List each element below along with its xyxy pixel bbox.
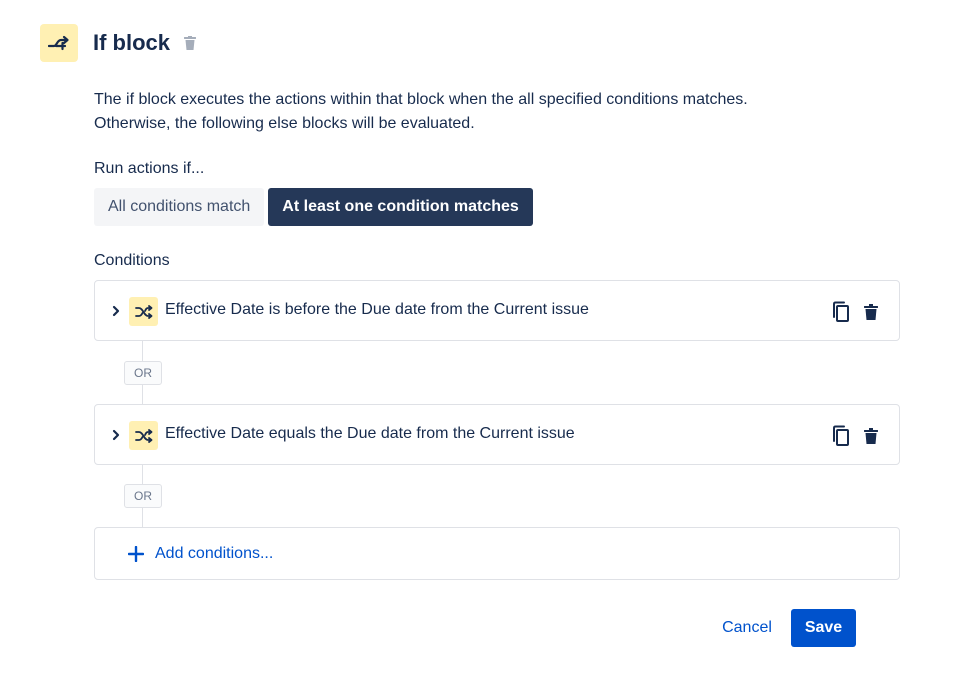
chevron-right-icon[interactable] [110, 427, 122, 443]
description-line-1: The if block executes the actions within… [94, 91, 748, 108]
or-separator: OR [124, 484, 162, 508]
trash-icon[interactable] [863, 426, 879, 446]
branch-icon [40, 24, 78, 62]
block-header: If block [40, 24, 197, 62]
page-title: If block [93, 30, 171, 55]
trash-icon[interactable] [863, 302, 879, 322]
condition-text: Effective Date equals the Due date from … [165, 425, 575, 442]
save-button[interactable]: Save [791, 609, 856, 647]
at-least-one-condition-button[interactable]: At least one condition matches [268, 188, 533, 226]
trash-icon[interactable] [184, 36, 197, 50]
block-description: The if block executes the actions within… [94, 88, 854, 136]
condition-card[interactable]: Effective Date equals the Due date from … [94, 404, 900, 465]
shuffle-icon [129, 421, 158, 450]
plus-icon [127, 545, 145, 563]
all-conditions-match-button[interactable]: All conditions match [94, 188, 265, 226]
conditions-label: Conditions [94, 252, 170, 269]
shuffle-icon [129, 297, 158, 326]
if-block-editor: If block The if block executes the actio… [0, 0, 958, 683]
description-line-2: Otherwise, the following else blocks wil… [94, 115, 475, 132]
match-mode-toggle: All conditions match At least one condit… [94, 188, 533, 226]
cancel-button[interactable]: Cancel [706, 609, 788, 647]
copy-icon[interactable] [830, 424, 852, 448]
add-conditions-label: Add conditions... [155, 545, 274, 562]
or-separator: OR [124, 361, 162, 385]
chevron-right-icon[interactable] [110, 303, 122, 319]
copy-icon[interactable] [830, 300, 852, 324]
condition-card[interactable]: Effective Date is before the Due date fr… [94, 280, 900, 341]
condition-text: Effective Date is before the Due date fr… [165, 301, 589, 318]
add-conditions-button[interactable]: Add conditions... [94, 527, 900, 580]
run-actions-label: Run actions if... [94, 160, 205, 177]
